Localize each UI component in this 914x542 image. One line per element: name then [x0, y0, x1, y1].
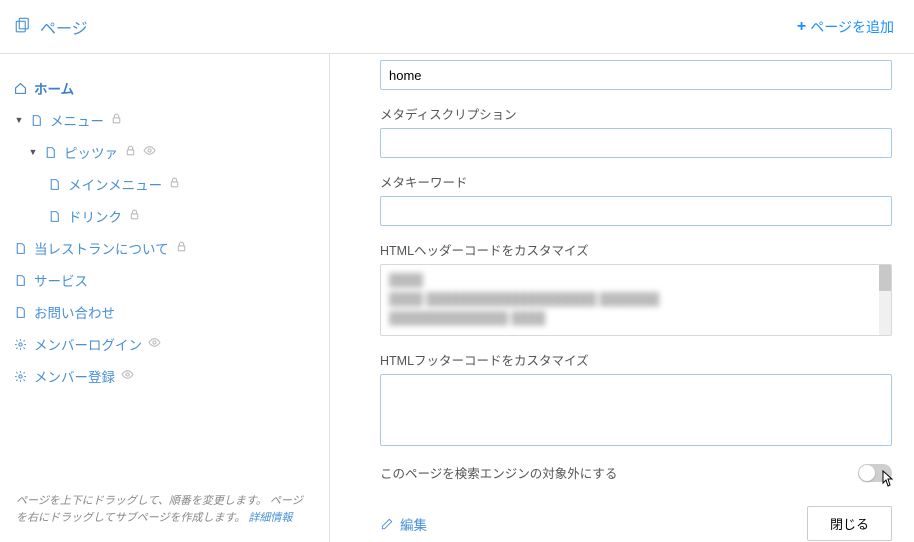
sidebar-item-label: メニュー — [50, 110, 104, 130]
sidebar-item-drink[interactable]: ドリンク — [14, 200, 315, 232]
noindex-label: このページを検索エンジンの対象外にする — [380, 463, 617, 482]
hint-more-link[interactable]: 詳細情報 — [248, 512, 292, 524]
header-code-label: HTMLヘッダーコードをカスタマイズ — [380, 240, 892, 259]
form-footer: 編集 閉じる — [380, 506, 892, 542]
eye-icon — [143, 144, 156, 160]
sidebar-item-service[interactable]: サービス — [14, 264, 315, 296]
lock-icon — [110, 112, 123, 128]
footer-code-field: HTMLフッターコードをカスタマイズ — [380, 350, 892, 449]
chevron-down-icon: ▼ — [14, 115, 24, 125]
meta-description-field: メタディスクリプション — [380, 104, 892, 158]
chevron-down-icon: ▼ — [28, 147, 38, 157]
page-icon — [44, 146, 58, 159]
meta-keywords-field: メタキーワード — [380, 172, 892, 226]
home-icon — [14, 82, 28, 95]
sidebar-item-label: メンバー登録 — [34, 366, 115, 386]
sidebar-item-pizza[interactable]: ▼ ピッツァ — [14, 136, 315, 168]
header-code-textarea[interactable]: ████████ ████████████████████ ██████████… — [380, 264, 892, 336]
sidebar-item-menu[interactable]: ▼ メニュー — [14, 104, 315, 136]
main-panel[interactable]: メタディスクリプション メタキーワード HTMLヘッダーコードをカスタマイズ █… — [330, 54, 914, 542]
sidebar-item-label: メンバーログイン — [34, 334, 142, 354]
url-field — [380, 60, 892, 90]
sidebar-hint: ページを上下にドラッグして、順番を変更します。 ページを右にドラッグしてサブペー… — [14, 489, 315, 532]
page-tree: ホーム ▼ メニュー ▼ ピッツァ メインメニュー — [14, 72, 315, 392]
sidebar-item-member-login[interactable]: メンバーログイン — [14, 328, 315, 360]
meta-keywords-input[interactable] — [380, 196, 892, 226]
meta-description-label: メタディスクリプション — [380, 104, 892, 123]
lock-icon — [128, 208, 141, 224]
lock-icon — [168, 176, 181, 192]
header-left: ページ — [14, 15, 88, 39]
footer-code-label: HTMLフッターコードをカスタマイズ — [380, 350, 892, 369]
gear-icon — [14, 370, 28, 383]
sidebar-item-label: ピッツァ — [64, 142, 118, 162]
eye-icon — [148, 336, 161, 352]
page-icon — [14, 274, 28, 287]
gear-icon — [14, 338, 28, 351]
page-icon — [14, 242, 28, 255]
edit-link[interactable]: 編集 — [380, 514, 427, 534]
close-button[interactable]: 閉じる — [807, 506, 892, 541]
sidebar-item-label: お問い合わせ — [34, 302, 115, 322]
hint-text-1: ページを上下にドラッグして、順番を変更します。 — [16, 495, 267, 507]
sidebar-item-label: 当レストランについて — [34, 238, 169, 258]
footer-code-textarea[interactable] — [380, 374, 892, 446]
url-input[interactable] — [380, 60, 892, 90]
page-icon — [48, 210, 62, 223]
header-code-field: HTMLヘッダーコードをカスタマイズ ████████ ████████████… — [380, 240, 892, 336]
noindex-row: このページを検索エンジンの対象外にする — [380, 463, 892, 482]
page-icon — [48, 178, 62, 191]
page-header: ページ + ページを追加 — [0, 0, 914, 54]
meta-keywords-label: メタキーワード — [380, 172, 892, 191]
eye-icon — [121, 368, 134, 384]
sidebar-item-about[interactable]: 当レストランについて — [14, 232, 315, 264]
edit-icon — [380, 517, 394, 531]
sidebar-item-label: サービス — [34, 270, 88, 290]
noindex-toggle[interactable] — [858, 464, 892, 482]
sidebar-item-contact[interactable]: お問い合わせ — [14, 296, 315, 328]
page-title: ページ — [40, 15, 88, 39]
toggle-knob — [859, 465, 875, 481]
sidebar-item-member-register[interactable]: メンバー登録 — [14, 360, 315, 392]
add-page-button[interactable]: + ページを追加 — [797, 17, 894, 37]
sidebar: ホーム ▼ メニュー ▼ ピッツァ メインメニュー — [0, 54, 330, 542]
sidebar-item-home[interactable]: ホーム — [14, 72, 315, 104]
add-page-label: ページを追加 — [810, 17, 894, 37]
sidebar-item-label: ドリンク — [68, 206, 122, 226]
meta-description-input[interactable] — [380, 128, 892, 158]
plus-icon: + — [797, 18, 806, 36]
scrollbar-thumb[interactable] — [879, 265, 891, 291]
page-icon — [14, 306, 28, 319]
lock-icon — [175, 240, 188, 256]
edit-label: 編集 — [400, 514, 427, 534]
sidebar-item-label: メインメニュー — [68, 174, 162, 194]
page-icon — [30, 114, 44, 127]
sidebar-item-label: ホーム — [34, 78, 74, 98]
lock-icon — [124, 144, 137, 160]
pages-icon — [14, 16, 32, 37]
sidebar-item-main-menu[interactable]: メインメニュー — [14, 168, 315, 200]
